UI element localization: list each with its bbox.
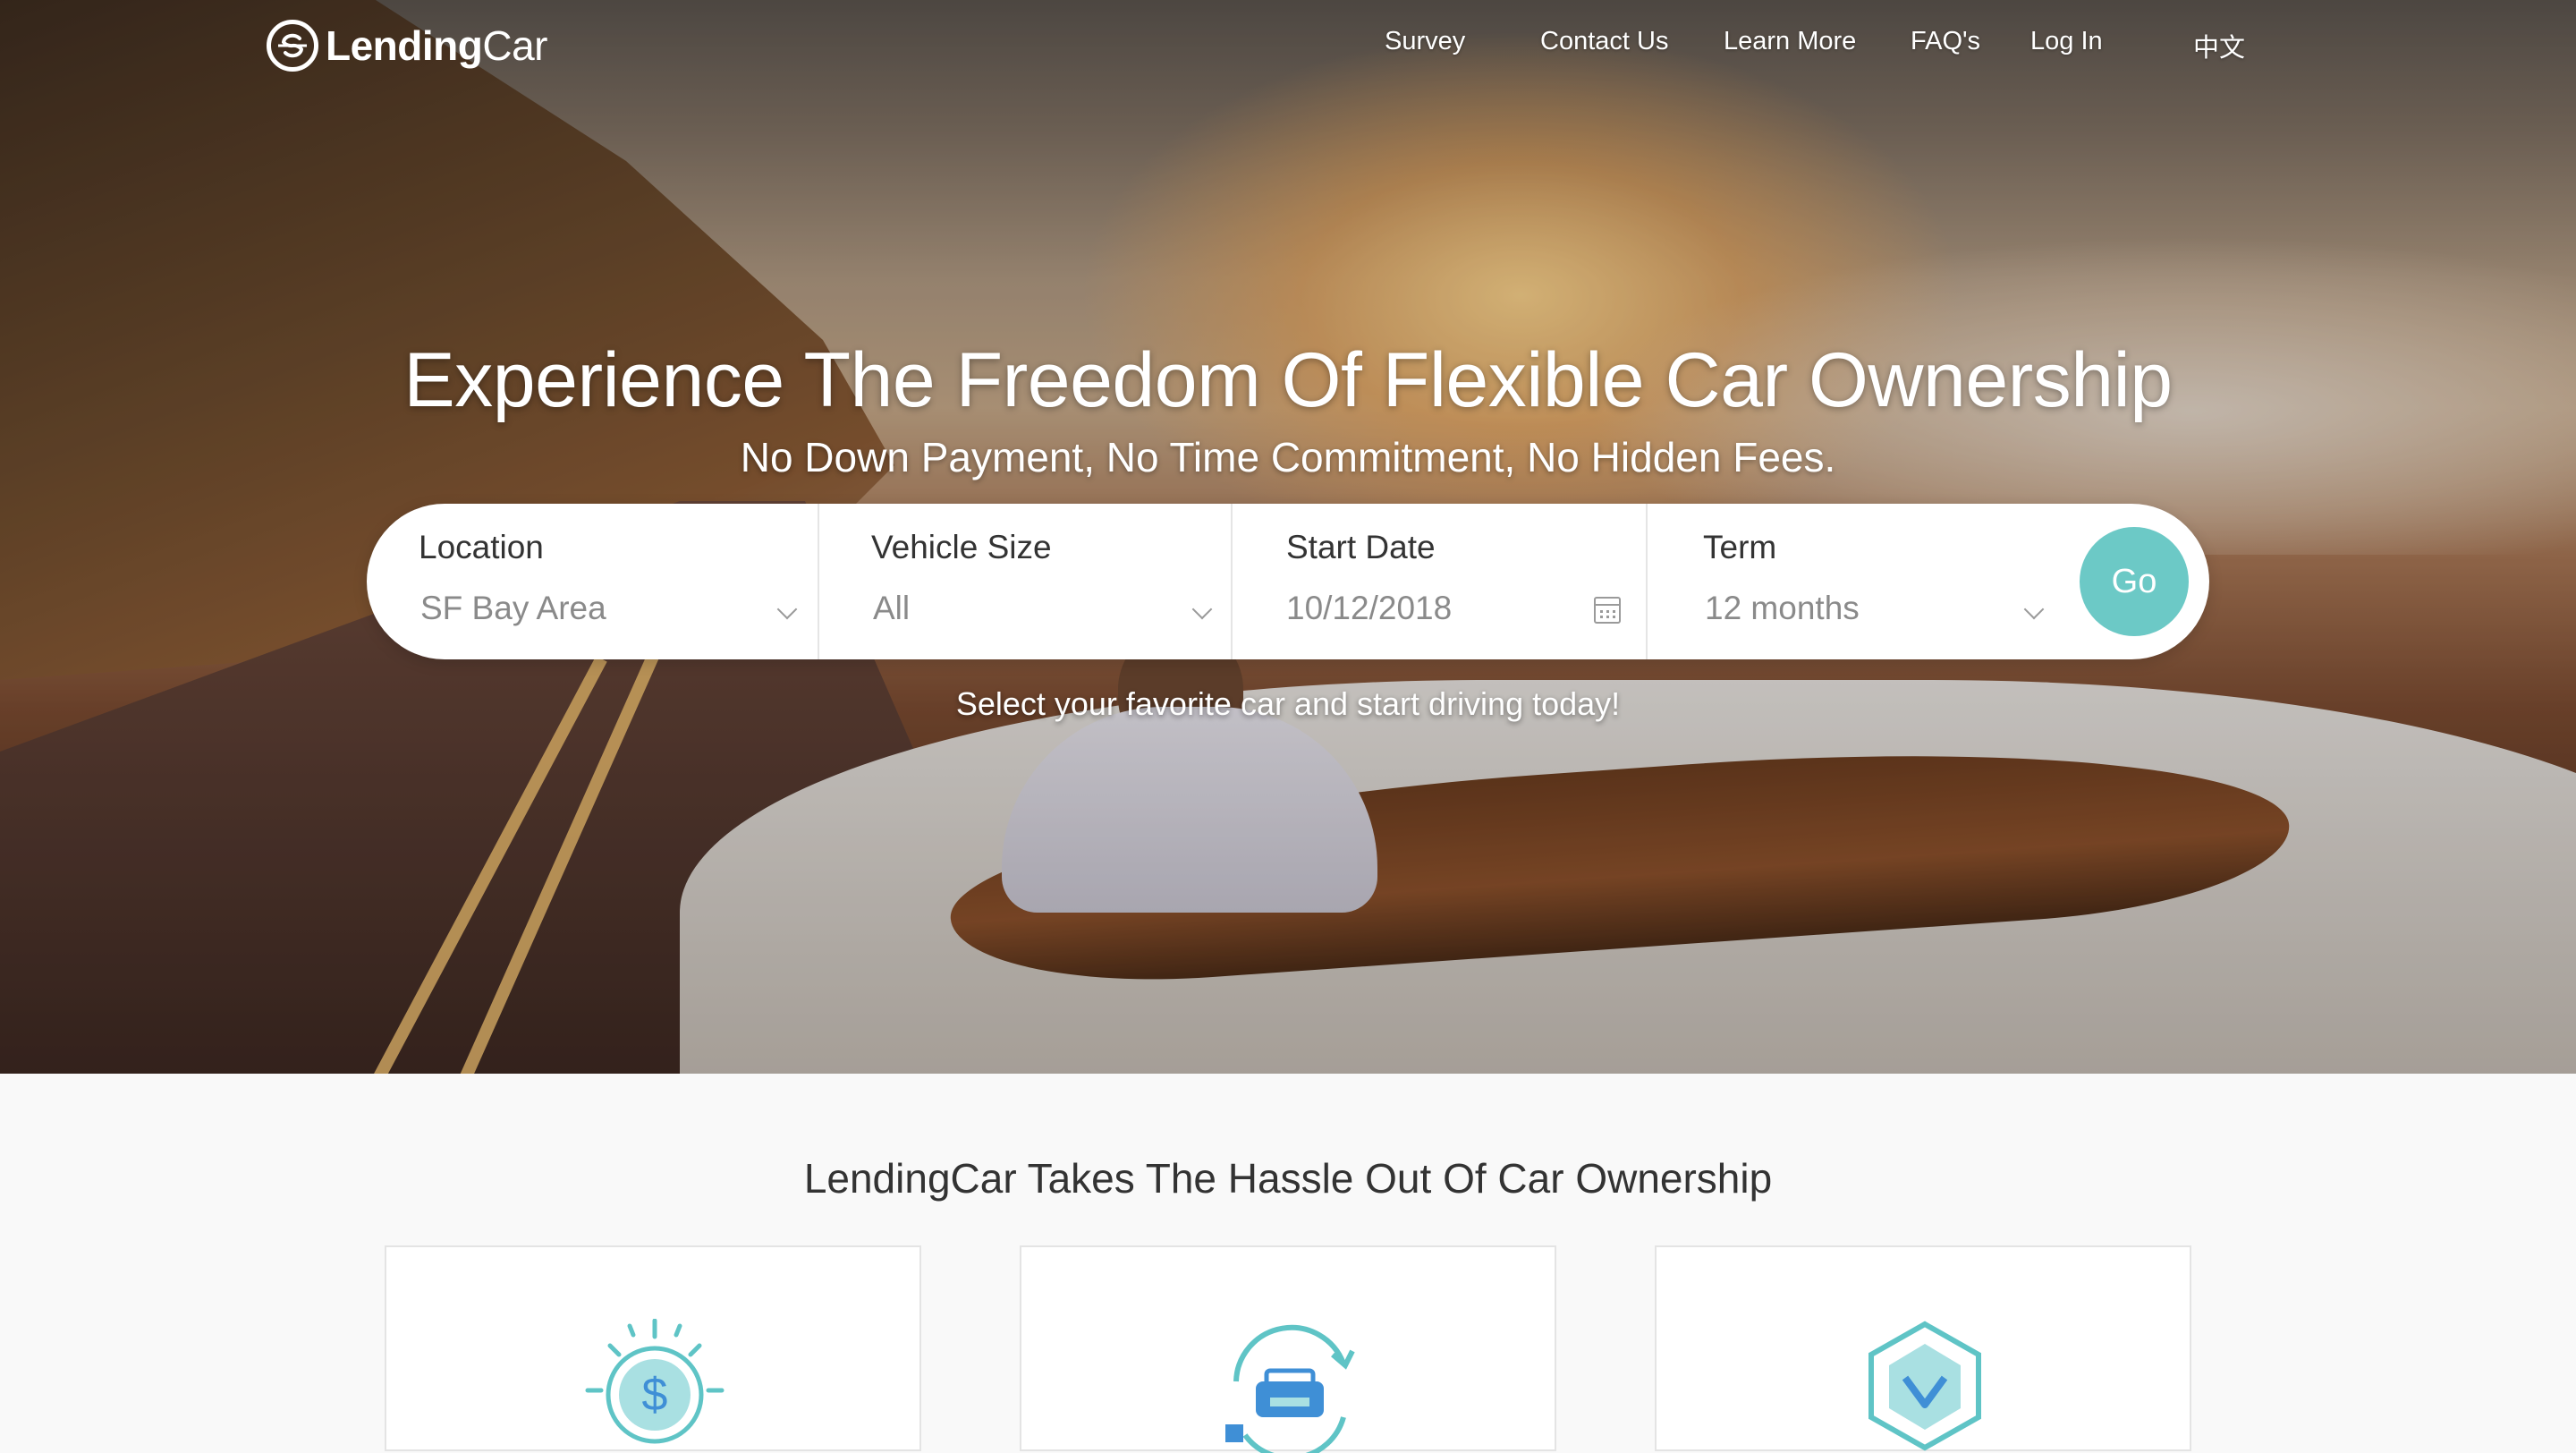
hero-subhead: No Down Payment, No Time Commitment, No … — [740, 434, 1836, 480]
term-value: 12 months — [1705, 590, 1860, 626]
logo[interactable]: LendingCar — [267, 14, 547, 77]
term-select[interactable]: Term 12 months — [1648, 504, 2068, 659]
search-bar: Location SF Bay Area Vehicle Size All St… — [367, 504, 2209, 659]
logo-icon — [267, 20, 318, 72]
feature-card: $ — [385, 1245, 921, 1451]
chevron-down-icon — [1191, 599, 1213, 620]
calendar-icon[interactable] — [1594, 597, 1621, 624]
start-date-label: Start Date — [1286, 529, 1436, 565]
nav-link-learn-more[interactable]: Learn More — [1724, 27, 1856, 56]
chevron-down-icon — [776, 599, 798, 620]
top-nav: LendingCar Survey Contact Us Learn More … — [0, 0, 2576, 98]
nav-link-log-in[interactable]: Log In — [2030, 27, 2103, 56]
features-title: LendingCar Takes The Hassle Out Of Car O… — [803, 1155, 1773, 1202]
nav-link-faqs[interactable]: FAQ's — [1911, 27, 1980, 56]
shield-check-icon — [1868, 1321, 1981, 1451]
start-date-input[interactable]: Start Date 10/12/2018 — [1233, 504, 1646, 659]
feature-card — [1655, 1245, 2191, 1451]
svg-text:$: $ — [642, 1369, 668, 1421]
vehicle-size-value: All — [873, 590, 911, 626]
start-date-value: 10/12/2018 — [1286, 590, 1453, 626]
chevron-down-icon — [2023, 599, 2045, 620]
nav-link-contact-us[interactable]: Contact Us — [1540, 27, 1668, 56]
feature-card — [1020, 1245, 1556, 1453]
hero-headline: Experience The Freedom Of Flexible Car O… — [403, 337, 2173, 423]
logo-text-bold: Lending — [326, 22, 483, 69]
nav-link-language[interactable]: 中文 — [2193, 27, 2245, 64]
hero-tagline: Select your favorite car and start drivi… — [955, 685, 1621, 722]
location-select[interactable]: Location SF Bay Area — [367, 504, 818, 659]
vehicle-size-select[interactable]: Vehicle Size All — [819, 504, 1231, 659]
logo-s-icon — [278, 33, 307, 58]
logo-text: LendingCar — [326, 21, 547, 70]
dollar-coin-icon: $ — [585, 1319, 724, 1444]
car-cycle-icon — [1225, 1324, 1355, 1453]
term-label: Term — [1703, 529, 1777, 565]
logo-text-light: Car — [482, 22, 547, 69]
nav-link-survey[interactable]: Survey — [1385, 27, 1465, 56]
location-value: SF Bay Area — [420, 590, 606, 626]
go-button[interactable]: Go — [2080, 527, 2189, 636]
vehicle-size-label: Vehicle Size — [871, 529, 1052, 565]
location-label: Location — [419, 529, 544, 565]
